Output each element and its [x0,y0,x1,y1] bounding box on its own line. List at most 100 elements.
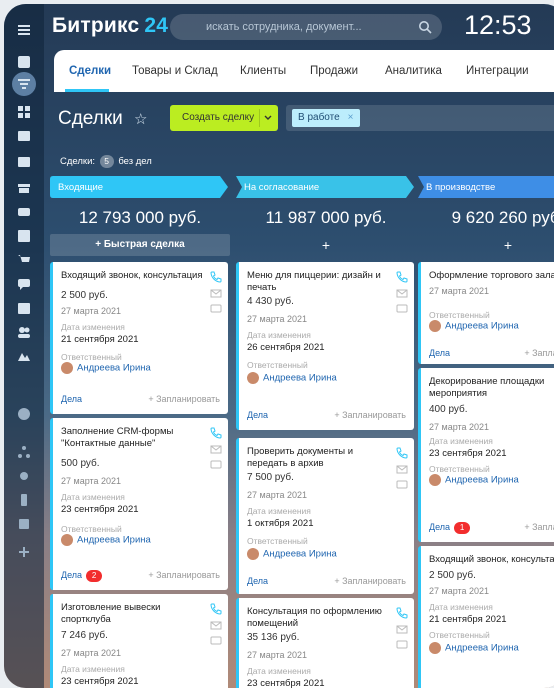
deal-card[interactable]: Оформление торгового зала 27 марта 2021 … [418,262,554,364]
sync-icon[interactable] [16,204,32,220]
filter-chip[interactable]: В работе × [292,109,360,127]
tab-sales[interactable]: Продажи [310,65,358,77]
responsible-person[interactable]: Андреева Ирина [429,642,519,656]
column-total: 9 620 260 руб. [451,208,554,227]
logo[interactable]: Битрикс 24 [52,14,168,38]
stream-icon[interactable] [16,54,32,70]
people-icon[interactable] [16,324,32,340]
plan-activity-button[interactable]: + Запланировать [148,394,220,404]
deal-card[interactable]: Меню для пиццерии: дизайн и печать 4 430… [236,262,414,430]
responsible-person[interactable]: Андреева Ирина [61,362,151,376]
plan-activity-button[interactable]: + Запланировать [334,410,406,420]
deals-link[interactable]: Дела 1 [429,522,471,534]
add-deal-button[interactable]: + [418,234,554,256]
mail-icon[interactable] [210,442,222,454]
deals-link[interactable]: Дела 2 [61,570,103,582]
tab-analytics[interactable]: Аналитика [385,65,442,77]
phone-icon[interactable] [396,606,408,619]
mail-icon[interactable] [396,286,408,298]
deals-link[interactable]: Дела [247,576,268,586]
column-header[interactable]: Входящие [50,176,230,198]
settings-icon[interactable] [16,468,32,484]
tab-clients[interactable]: Клиенты [240,65,286,77]
phone-icon[interactable] [210,426,222,439]
contact-card-icon[interactable] [16,154,32,170]
add-deal-button[interactable]: + [236,234,416,256]
mail-icon[interactable] [396,622,408,634]
apps-icon[interactable] [16,104,32,120]
plan-activity-button[interactable]: + Запланировать [524,348,554,358]
tabs-bar: Сделки Товары и Склад Клиенты Продажи Ан… [54,50,554,92]
chat-icon[interactable] [16,276,32,292]
deals-link[interactable]: Дела [247,410,268,420]
avatar [247,372,259,384]
tasks-icon[interactable] [16,228,32,244]
avatar [247,548,259,560]
comment-icon[interactable] [396,302,408,314]
sites-icon[interactable] [16,348,32,364]
list-icon[interactable] [16,516,32,532]
comment-icon[interactable] [210,634,222,646]
calendar-icon[interactable] [16,300,32,316]
tab-integrations[interactable]: Интеграции [466,65,529,77]
responsible-person[interactable]: Андреева Ирина [247,372,337,386]
create-deal-button[interactable]: Создать сделку [170,105,278,131]
comment-icon[interactable] [396,478,408,490]
deal-card[interactable]: Изготовление вывески спортклуба 7 246 ру… [50,594,228,688]
phone-icon[interactable] [210,270,222,283]
mail-icon[interactable] [210,286,222,298]
mobile-icon[interactable] [16,492,32,508]
left-sidebar [4,4,44,688]
store-icon[interactable] [16,180,32,196]
deal-card[interactable]: Входящий звонок, консультация 2 500 руб.… [50,262,228,414]
kanban-column-approval: На согласование 11 987 000 руб. + Меню д… [236,176,416,688]
close-icon[interactable]: × [348,112,354,123]
mail-icon[interactable] [396,462,408,474]
star-icon[interactable]: ☆ [134,110,147,128]
deal-card[interactable]: Заполнение CRM-формы "Контактные данные"… [50,418,228,590]
tab-deals[interactable]: Сделки [69,65,111,77]
cart-icon[interactable] [16,252,32,268]
deals-link[interactable]: Дела [61,394,82,404]
add-icon[interactable] [16,544,32,560]
search-input[interactable]: искать сотрудника, документ... [170,14,442,40]
responsible-person[interactable]: Андреева Ирина [61,534,151,548]
plan-activity-button[interactable]: + Запланировать [524,522,554,532]
deals-count-badge: 5 [99,155,114,168]
deal-card[interactable]: Консультация по оформлению помещений 35 … [236,598,414,688]
phone-icon[interactable] [396,446,408,459]
menu-icon[interactable] [16,22,32,38]
comment-icon[interactable] [210,458,222,470]
comment-icon[interactable] [396,638,408,650]
deals-link[interactable]: Дела [429,348,450,358]
search-placeholder: искать сотрудника, документ... [206,21,362,33]
network-icon[interactable] [16,444,32,460]
crm-filter-icon[interactable] [12,72,36,96]
column-header[interactable]: В производстве [418,176,554,198]
chevron-down-icon[interactable] [264,114,272,122]
plan-activity-button[interactable]: + Запланировать [148,570,220,580]
responsible-person[interactable]: Андреева Ирина [429,474,519,488]
phone-icon[interactable] [396,270,408,283]
timeman-icon[interactable] [16,406,32,422]
avatar [429,320,441,332]
deal-card[interactable]: Проверить документы и передать в архив 7… [236,438,414,594]
kanban-column-production: В производстве 9 620 260 руб. + Оформлен… [418,176,554,688]
deals-badge: 1 [454,522,471,534]
deal-card[interactable]: Декорирование площадки мероприятия 400 р… [418,368,554,542]
deals-badge: 2 [86,570,103,582]
quick-deal-button[interactable]: + Быстрая сделка [50,234,230,256]
phone-icon[interactable] [210,602,222,615]
tab-goods[interactable]: Товары и Склад [132,65,218,77]
filter-search[interactable]: В работе × [286,105,554,131]
comment-icon[interactable] [210,302,222,314]
column-header[interactable]: На согласование [236,176,416,198]
responsible-person[interactable]: Андреева Ирина [429,320,519,334]
window-icon[interactable] [16,128,32,144]
deal-card[interactable]: Входящий звонок, консультация 2 500 руб.… [418,546,554,688]
search-icon[interactable] [418,20,432,34]
clock: 12:53 [464,10,532,40]
plan-activity-button[interactable]: + Запланировать [334,576,406,586]
mail-icon[interactable] [210,618,222,630]
responsible-person[interactable]: Андреева Ирина [247,548,337,562]
